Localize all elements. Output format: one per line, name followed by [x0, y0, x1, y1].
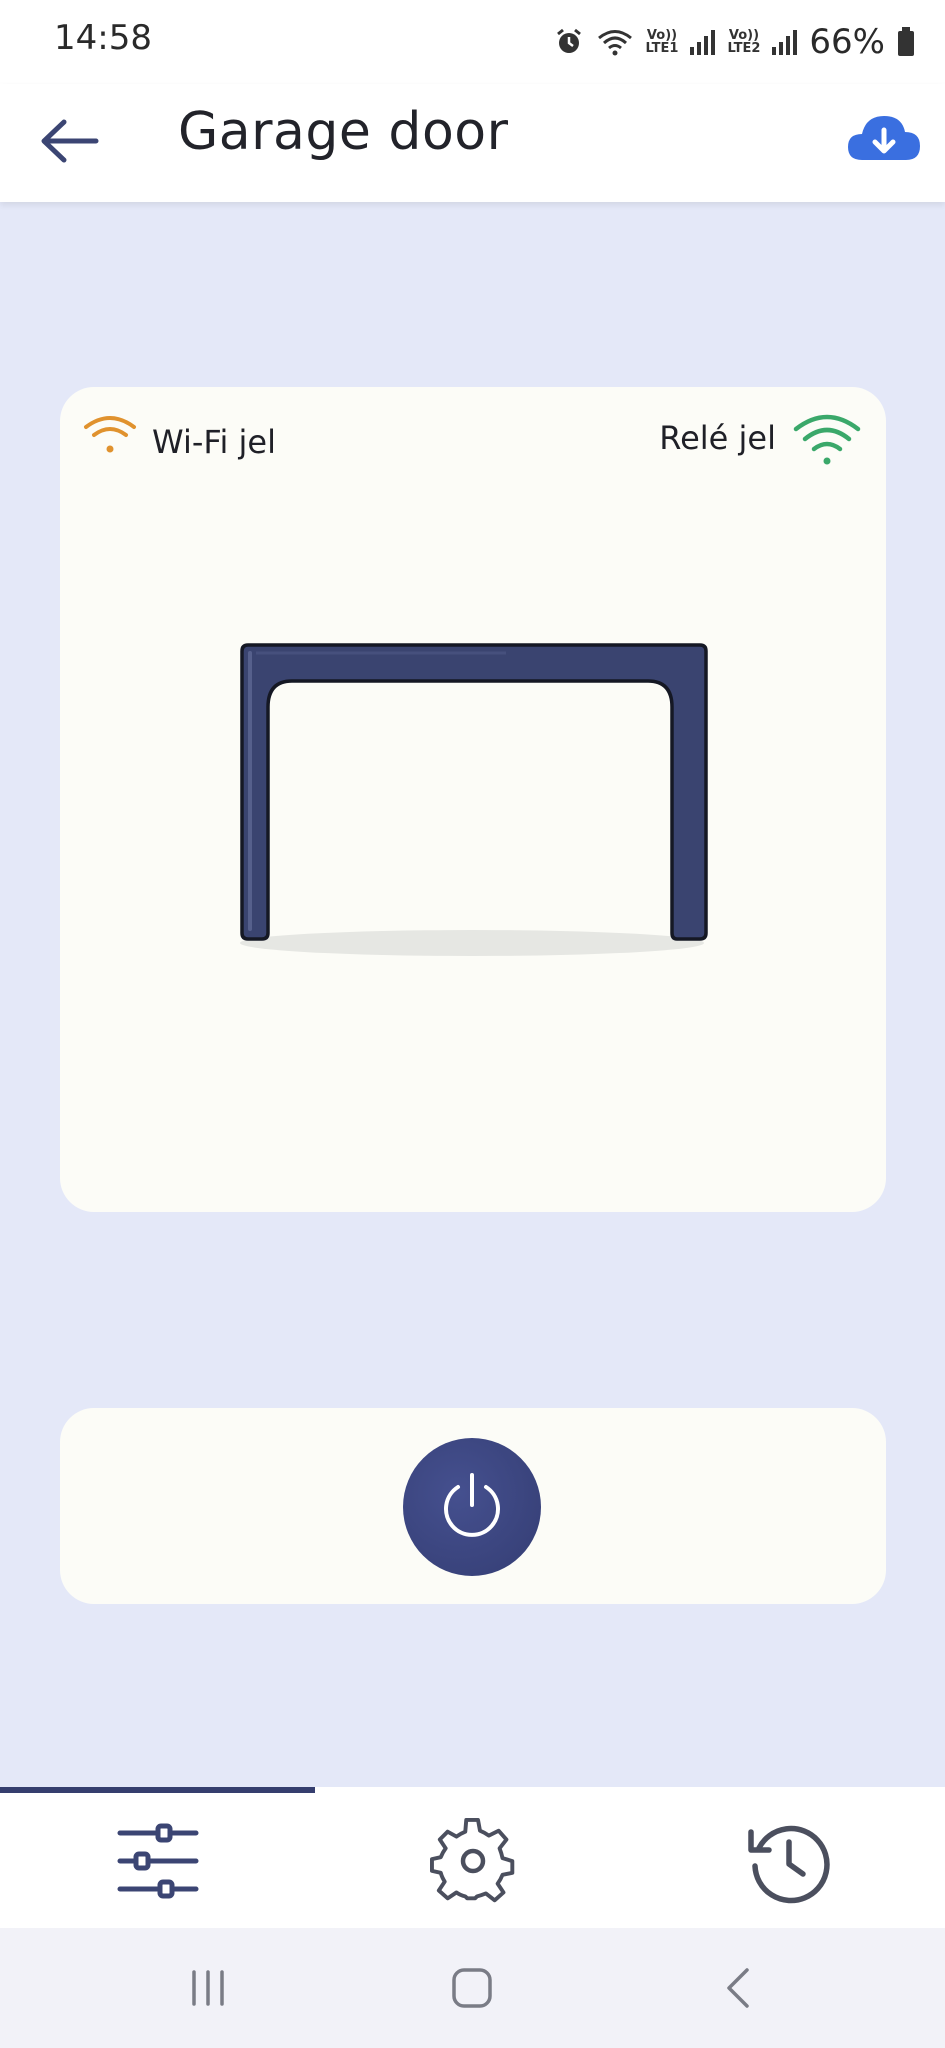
tab-controls[interactable] [0, 1793, 315, 1928]
cloud-download-button[interactable] [844, 106, 924, 172]
recents-icon [192, 1970, 224, 2006]
sim1-lte: LTE1 [645, 41, 679, 56]
system-navigation-bar [0, 1928, 945, 2048]
recents-button[interactable] [168, 1956, 248, 2020]
relay-signal-icon [793, 414, 861, 465]
status-time: 14:58 [54, 18, 152, 58]
sliders-icon [117, 1823, 198, 1898]
tab-history[interactable] [630, 1793, 945, 1928]
back-icon [727, 1968, 749, 2008]
relay-signal-label: Relé jel [659, 419, 776, 457]
home-button[interactable] [432, 1956, 512, 2020]
page-title: Garage door [178, 102, 509, 162]
status-icons: Vo)) LTE1 Vo)) LTE2 66% [554, 18, 915, 66]
history-icon [747, 1825, 830, 1903]
signal-icon [772, 29, 798, 55]
status-bar: 14:58 Vo)) LTE1 Vo)) LTE2 66% [0, 0, 945, 84]
tab-settings[interactable] [315, 1793, 630, 1928]
cloud-download-icon [848, 116, 920, 160]
battery-icon [898, 27, 914, 56]
wifi-icon [597, 30, 632, 56]
system-back-button[interactable] [698, 1956, 778, 2020]
back-button[interactable] [36, 106, 106, 176]
bottom-navigation [0, 1793, 945, 1928]
sim2-lte: LTE2 [727, 41, 761, 56]
sim1-label: Vo)) LTE1 [646, 29, 679, 55]
signal-icon [690, 29, 716, 55]
home-icon [452, 1968, 492, 2008]
wifi-signal-icon [84, 416, 136, 453]
power-button[interactable] [403, 1438, 541, 1576]
arrow-left-icon [41, 119, 99, 163]
app-bar: Garage door [0, 84, 945, 202]
alarm-icon [556, 28, 581, 53]
power-icon [444, 1473, 500, 1537]
wifi-signal-label: Wi-Fi jel [152, 423, 276, 461]
battery-percent: 66% [809, 22, 885, 62]
control-card [60, 1408, 886, 1604]
gear-icon [429, 1817, 514, 1902]
sim2-label: Vo)) LTE2 [727, 29, 760, 55]
garage-door-open-icon [240, 643, 708, 956]
door-status-card: Wi-Fi jel Relé jel [60, 387, 886, 1212]
